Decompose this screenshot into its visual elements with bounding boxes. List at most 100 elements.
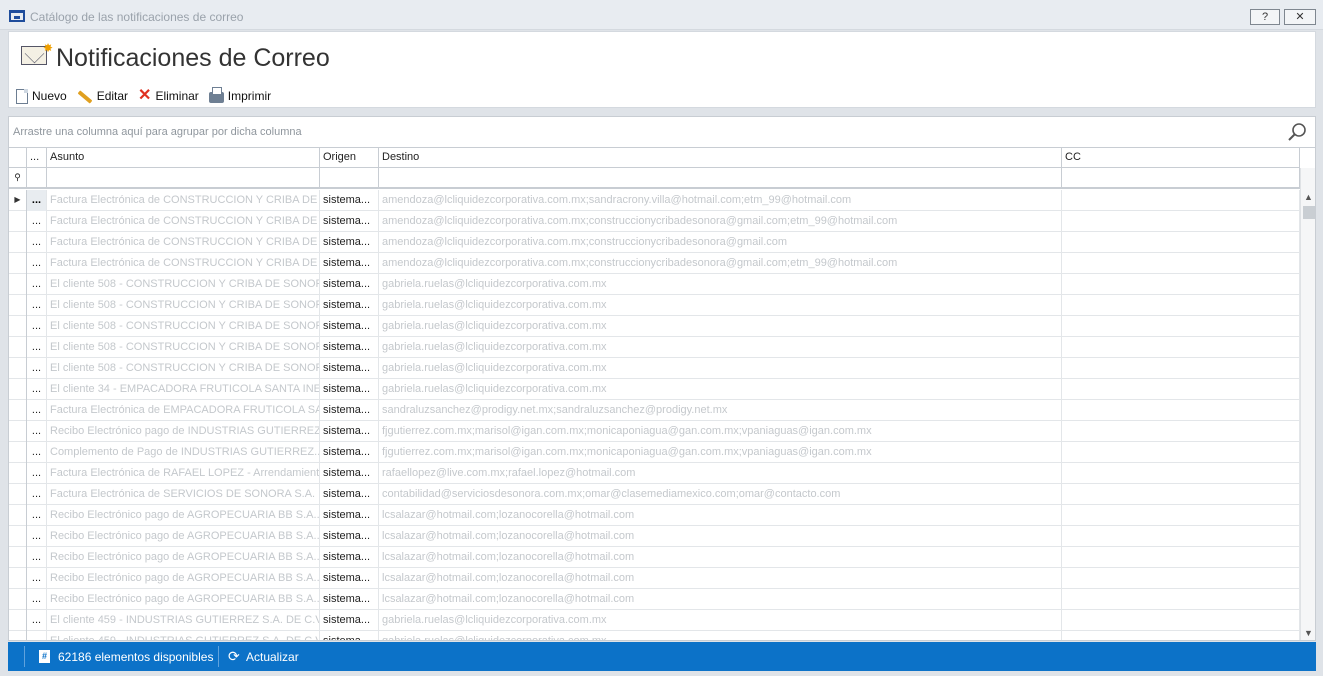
cc-cell	[1062, 316, 1300, 337]
table-row[interactable]: ... Recibo Electrónico pago de AGROPECUAR…	[9, 505, 1300, 526]
table-row[interactable]: ... El cliente 508 - CONSTRUCCION Y CRIBA…	[9, 337, 1300, 358]
table-row[interactable]: ... El cliente 508 - CONSTRUCCION Y CRIBA…	[9, 358, 1300, 379]
row-indicator	[9, 526, 27, 547]
row-dots-cell[interactable]: ...	[27, 547, 47, 568]
table-row[interactable]: ... Recibo Electrónico pago de INDUSTRIAS…	[9, 421, 1300, 442]
origen-cell: sistema...	[320, 358, 379, 379]
table-row[interactable]: ... El cliente 508 - CONSTRUCCION Y CRIBA…	[9, 295, 1300, 316]
row-dots-cell[interactable]: ...	[27, 610, 47, 631]
row-dots-cell[interactable]: ...	[27, 211, 47, 232]
destino-cell: contabilidad@serviciosdesonora.com.mx;om…	[379, 484, 1062, 505]
cc-cell	[1062, 253, 1300, 274]
origen-cell: sistema...	[320, 631, 379, 640]
edit-label: Editar	[96, 89, 129, 103]
table-row[interactable]: ... Recibo Electrónico pago de AGROPECUAR…	[9, 547, 1300, 568]
refresh-button[interactable]: Actualizar	[246, 650, 299, 664]
close-button[interactable]: ✕	[1284, 9, 1316, 25]
column-header-origen[interactable]: Origen	[320, 148, 379, 167]
vertical-scrollbar[interactable]: ▲ ▼	[1300, 168, 1315, 640]
destino-cell: lcsalazar@hotmail.com;lozanocorella@hotm…	[379, 526, 1062, 547]
row-indicator	[9, 484, 27, 505]
row-dots-cell[interactable]: ...	[27, 337, 47, 358]
asunto-cell: Factura Electrónica de CONSTRUCCION Y CR…	[47, 190, 320, 211]
column-header-asunto[interactable]: Asunto	[47, 148, 320, 167]
origen-cell: sistema...	[320, 610, 379, 631]
filter-cell-asunto[interactable]	[47, 168, 320, 187]
row-dots-cell[interactable]: ...	[27, 505, 47, 526]
filter-cell-destino[interactable]	[379, 168, 1062, 187]
new-document-icon	[16, 88, 28, 104]
row-dots-cell[interactable]: ...	[27, 442, 47, 463]
print-label: Imprimir	[227, 89, 272, 103]
row-dots-cell[interactable]: ...	[27, 631, 47, 640]
column-header-dots[interactable]: ...	[27, 148, 47, 167]
destino-cell: fjgutierrez.com.mx;marisol@igan.com.mx;m…	[379, 442, 1062, 463]
column-header-destino[interactable]: Destino	[379, 148, 1062, 167]
table-row[interactable]: ... Recibo Electrónico pago de AGROPECUAR…	[9, 568, 1300, 589]
row-dots-cell[interactable]: ...	[27, 526, 47, 547]
window-titlebar: Catálogo de las notificaciones de correo…	[0, 0, 1323, 30]
asunto-cell: Factura Electrónica de CONSTRUCCION Y CR…	[47, 253, 320, 274]
row-dots-cell[interactable]: ...	[27, 274, 47, 295]
cc-cell	[1062, 610, 1300, 631]
origen-cell: sistema...	[320, 211, 379, 232]
origen-cell: sistema...	[320, 442, 379, 463]
row-dots-cell[interactable]: ...	[27, 421, 47, 442]
asunto-cell: Factura Electrónica de CONSTRUCCION Y CR…	[47, 211, 320, 232]
destino-cell: gabriela.ruelas@lcliquidezcorporativa.co…	[379, 316, 1062, 337]
row-dots-cell[interactable]: ...	[27, 589, 47, 610]
row-indicator	[9, 505, 27, 526]
scroll-up-icon[interactable]: ▲	[1304, 192, 1313, 202]
row-dots-cell[interactable]: ...	[27, 316, 47, 337]
row-dots-cell[interactable]: ...	[27, 295, 47, 316]
edit-button[interactable]: Editar	[77, 89, 129, 104]
row-dots-cell[interactable]: ...	[27, 253, 47, 274]
table-row[interactable]: ... Factura Electrónica de CONSTRUCCION Y…	[9, 232, 1300, 253]
table-row[interactable]: ... Recibo Electrónico pago de AGROPECUAR…	[9, 589, 1300, 610]
row-dots-cell[interactable]: ...	[27, 400, 47, 421]
row-indicator	[9, 589, 27, 610]
column-header-cc[interactable]: CC	[1062, 148, 1300, 167]
asunto-cell: Factura Electrónica de EMPACADORA FRUTIC…	[47, 400, 320, 421]
filter-cell-dots[interactable]	[27, 168, 47, 187]
help-button[interactable]: ?	[1250, 9, 1280, 25]
row-dots-cell[interactable]: ...	[27, 232, 47, 253]
row-indicator	[9, 358, 27, 379]
row-dots-cell[interactable]: ...	[27, 358, 47, 379]
table-row[interactable]: ... Factura Electrónica de RAFAEL LOPEZ -…	[9, 463, 1300, 484]
table-row[interactable]: ... Recibo Electrónico pago de AGROPECUAR…	[9, 526, 1300, 547]
filter-cell-origen[interactable]	[320, 168, 379, 187]
table-row[interactable]: ... Factura Electrónica de CONSTRUCCION Y…	[9, 253, 1300, 274]
origen-cell: sistema...	[320, 253, 379, 274]
table-row[interactable]: ... El cliente 34 - EMPACADORA FRUTICOLA …	[9, 379, 1300, 400]
row-dots-cell[interactable]: ...	[27, 379, 47, 400]
print-button[interactable]: Imprimir	[208, 86, 272, 103]
row-dots-cell[interactable]: ...	[27, 190, 47, 211]
group-by-panel[interactable]: Arrastre una columna aquí para agrupar p…	[9, 117, 1315, 148]
table-row[interactable]: ▶... Factura Electrónica de CONSTRUCCION …	[9, 190, 1300, 211]
row-dots-cell[interactable]: ...	[27, 463, 47, 484]
table-row[interactable]: ... Factura Electrónica de CONSTRUCCION Y…	[9, 211, 1300, 232]
refresh-icon[interactable]: ⟳	[228, 648, 240, 665]
origen-cell: sistema...	[320, 337, 379, 358]
cc-cell	[1062, 421, 1300, 442]
scrollbar-thumb[interactable]	[1303, 206, 1315, 219]
row-dots-cell[interactable]: ...	[27, 568, 47, 589]
table-row[interactable]: ... El cliente 508 - CONSTRUCCION Y CRIBA…	[9, 274, 1300, 295]
current-row-arrow-icon: ▶	[14, 195, 21, 204]
table-row[interactable]: ... El cliente 459 - INDUSTRIAS GUTIERREZ…	[9, 610, 1300, 631]
filter-cell-cc[interactable]	[1062, 168, 1300, 187]
filter-pin-icon: ⚲	[9, 168, 27, 187]
delete-button[interactable]: ✕ Eliminar	[138, 88, 199, 104]
row-dots-cell[interactable]: ...	[27, 484, 47, 505]
scroll-down-icon[interactable]: ▼	[1304, 628, 1313, 638]
destino-cell: gabriela.ruelas@lcliquidezcorporativa.co…	[379, 274, 1062, 295]
table-row[interactable]: ... Complemento de Pago de INDUSTRIAS GUT…	[9, 442, 1300, 463]
search-icon[interactable]	[1287, 122, 1307, 142]
table-row[interactable]: ... El cliente 459 - INDUSTRIAS GUTIERREZ…	[9, 631, 1300, 640]
table-row[interactable]: ... Factura Electrónica de SERVICIOS DE S…	[9, 484, 1300, 505]
new-button[interactable]: Nuevo	[16, 88, 67, 104]
table-row[interactable]: ... El cliente 508 - CONSTRUCCION Y CRIBA…	[9, 316, 1300, 337]
table-row[interactable]: ... Factura Electrónica de EMPACADORA FRU…	[9, 400, 1300, 421]
status-bar: # 62186 elementos disponibles ⟳ Actualiz…	[8, 642, 1316, 671]
